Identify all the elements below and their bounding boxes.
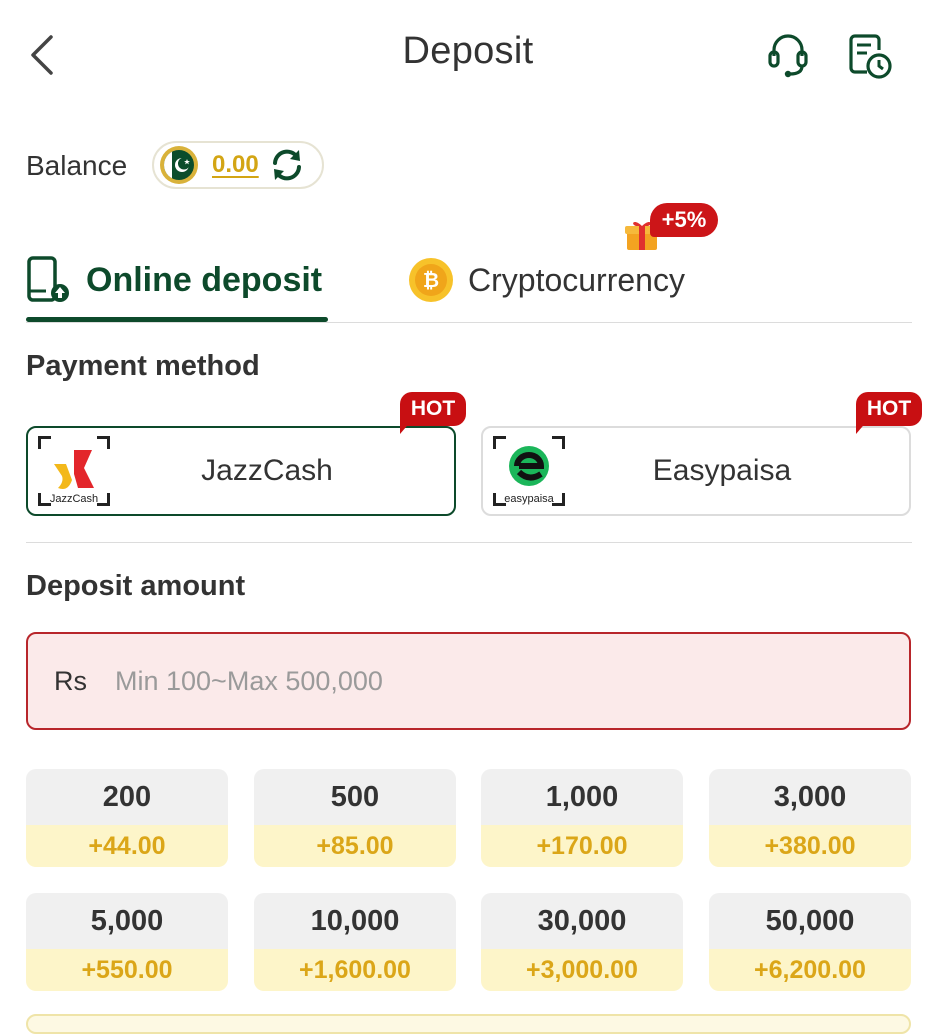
preset-bonus: +44.00 bbox=[26, 825, 228, 867]
divider bbox=[26, 322, 912, 323]
currency-label: Rs bbox=[54, 665, 87, 696]
payment-option-easypaisa[interactable]: easypaisa Easypaisa bbox=[481, 426, 911, 516]
preset-amount-button[interactable]: 200 +44.00 bbox=[26, 769, 228, 867]
jazzcash-logo-text: JazzCash bbox=[50, 493, 98, 505]
preset-amount: 1,000 bbox=[481, 769, 683, 825]
preset-bonus: +85.00 bbox=[254, 825, 456, 867]
preset-amount-button[interactable]: 50,000 +6,200.00 bbox=[709, 893, 911, 991]
headset-icon bbox=[768, 34, 808, 78]
bottom-panel-peek bbox=[26, 1014, 911, 1034]
preset-amount: 5,000 bbox=[26, 893, 228, 949]
payment-method-title: Payment method bbox=[26, 350, 260, 382]
promo-badge: +5% bbox=[650, 203, 718, 237]
preset-amount-button[interactable]: 1,000 +170.00 bbox=[481, 769, 683, 867]
preset-amount: 500 bbox=[254, 769, 456, 825]
tab-online-deposit[interactable]: Online deposit bbox=[26, 240, 322, 320]
preset-amount: 50,000 bbox=[709, 893, 911, 949]
easypaisa-logo-text: easypaisa bbox=[504, 493, 554, 505]
balance-value: 0.00 bbox=[212, 151, 259, 178]
jazzcash-logo: JazzCash bbox=[38, 436, 110, 506]
preset-amount: 10,000 bbox=[254, 893, 456, 949]
preset-amount-button[interactable]: 3,000 +380.00 bbox=[709, 769, 911, 867]
preset-bonus: +170.00 bbox=[481, 825, 683, 867]
amount-input[interactable] bbox=[113, 664, 817, 698]
support-button[interactable] bbox=[764, 30, 812, 82]
tab-cryptocurrency[interactable]: ₿ Cryptocurrency bbox=[406, 240, 685, 320]
svg-text:₿: ₿ bbox=[423, 270, 439, 292]
refresh-balance-button[interactable] bbox=[269, 147, 305, 183]
pakistan-flag-icon bbox=[160, 146, 198, 184]
refresh-icon bbox=[272, 149, 301, 181]
preset-bonus: +550.00 bbox=[26, 949, 228, 991]
hot-badge-tail bbox=[856, 420, 868, 434]
balance-pill: 0.00 bbox=[152, 141, 324, 189]
preset-amount: 30,000 bbox=[481, 893, 683, 949]
amount-input-box[interactable]: Rs bbox=[26, 632, 911, 730]
preset-amount-button[interactable]: 10,000 +1,600.00 bbox=[254, 893, 456, 991]
preset-bonus: +6,200.00 bbox=[709, 949, 911, 991]
preset-amount-button[interactable]: 5,000 +550.00 bbox=[26, 893, 228, 991]
history-button[interactable] bbox=[846, 30, 894, 82]
balance-label: Balance bbox=[26, 150, 128, 181]
preset-amount: 200 bbox=[26, 769, 228, 825]
easypaisa-logo: easypaisa bbox=[493, 436, 565, 506]
hot-badge-tail bbox=[400, 420, 412, 434]
tab-label: Cryptocurrency bbox=[468, 261, 685, 298]
deposit-amount-title: Deposit amount bbox=[26, 570, 246, 602]
payment-option-name: Easypaisa bbox=[652, 454, 792, 487]
phone-deposit-icon bbox=[27, 256, 69, 302]
tab-label: Online deposit bbox=[86, 260, 323, 299]
preset-bonus: +1,600.00 bbox=[254, 949, 456, 991]
preset-amount: 3,000 bbox=[709, 769, 911, 825]
preset-bonus: +3,000.00 bbox=[481, 949, 683, 991]
preset-bonus: +380.00 bbox=[709, 825, 911, 867]
payment-option-name: JazzCash bbox=[201, 454, 333, 487]
bitcoin-icon: ₿ bbox=[409, 258, 453, 302]
preset-amount-button[interactable]: 30,000 +3,000.00 bbox=[481, 893, 683, 991]
payment-option-jazzcash[interactable]: JazzCash JazzCash bbox=[26, 426, 456, 516]
divider bbox=[26, 542, 912, 543]
document-clock-icon bbox=[849, 34, 892, 79]
preset-amount-button[interactable]: 500 +85.00 bbox=[254, 769, 456, 867]
